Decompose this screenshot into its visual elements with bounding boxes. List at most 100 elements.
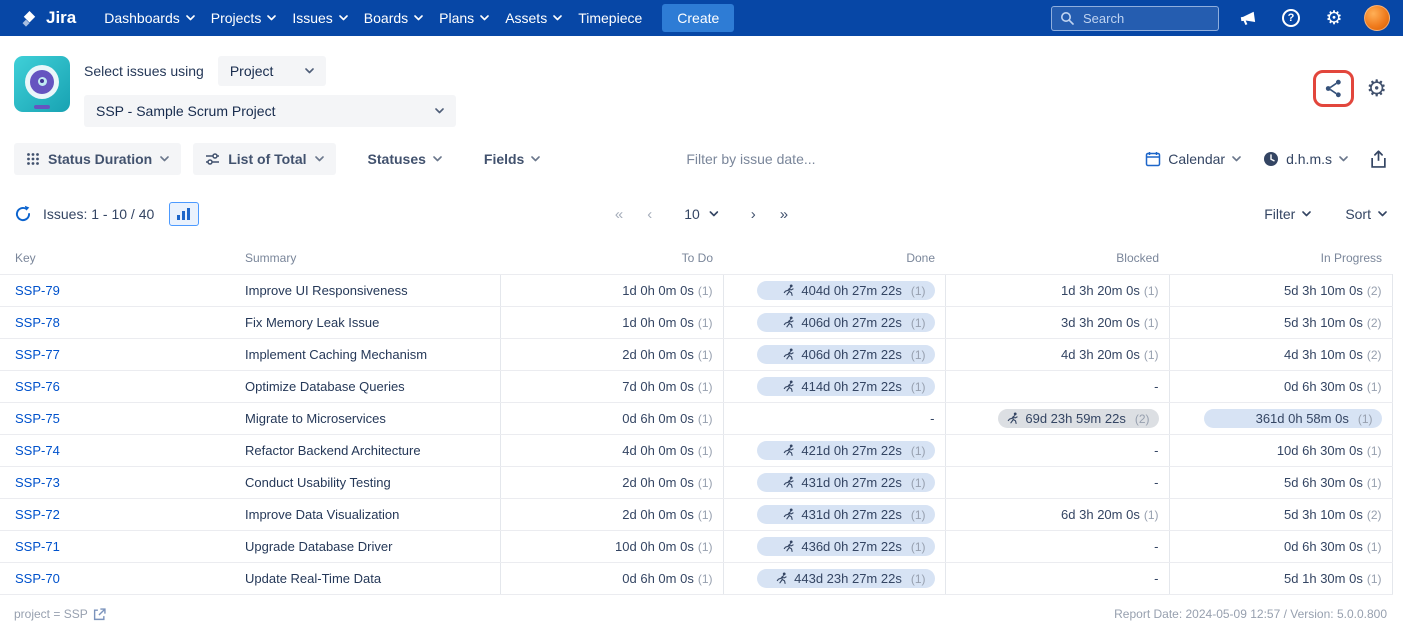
filter-dropdown[interactable]: Filter: [1264, 206, 1311, 222]
duration-value: 4d 3h 20m 0s: [1061, 347, 1140, 362]
list-mode-dropdown[interactable]: List of Total: [193, 143, 335, 175]
nav-item-assets[interactable]: Assets: [497, 2, 570, 34]
runner-icon: [783, 540, 796, 553]
pagination-prev-button[interactable]: ‹: [647, 206, 652, 223]
status-count: (1): [698, 540, 713, 554]
page-size-dropdown[interactable]: 10: [676, 202, 727, 226]
cell-done: 431d 0h 27m 22s(1): [723, 467, 945, 499]
cell-summary: Fix Memory Leak Issue: [235, 307, 500, 339]
nav-item-projects[interactable]: Projects: [203, 2, 285, 34]
runner-icon: [1007, 412, 1020, 425]
global-search[interactable]: [1051, 6, 1219, 31]
issue-key-link[interactable]: SSP-74: [15, 443, 60, 458]
report-settings-button[interactable]: ⚙: [1366, 77, 1387, 100]
nav-item-boards[interactable]: Boards: [356, 2, 431, 34]
fields-dropdown[interactable]: Fields: [478, 143, 546, 175]
chevron-down-icon: [339, 15, 348, 21]
duration-value: 0d 6h 30m 0s: [1284, 379, 1363, 394]
refresh-button[interactable]: [14, 205, 32, 223]
duration-value: 1d 3h 20m 0s: [1061, 283, 1140, 298]
cell-done: 421d 0h 27m 22s(1): [723, 435, 945, 467]
help-button[interactable]: ?: [1277, 4, 1305, 32]
issue-summary: Improve UI Responsiveness: [245, 283, 408, 298]
cell-summary: Implement Caching Mechanism: [235, 339, 500, 371]
date-filter-input[interactable]: Filter by issue date...: [686, 151, 815, 167]
cell-todo: 4d 0h 0m 0s(1): [500, 435, 723, 467]
search-icon: [1060, 11, 1074, 25]
nav-item-timepiece[interactable]: Timepiece: [570, 2, 650, 34]
nav-item-plans[interactable]: Plans: [431, 2, 497, 34]
calendar-dropdown[interactable]: Calendar: [1145, 151, 1241, 167]
jira-logo[interactable]: Jira: [20, 8, 76, 28]
duration-value: 1d 0h 0m 0s: [622, 283, 694, 298]
report-header-actions: ⚙: [1313, 70, 1387, 107]
table-row: SSP-77Implement Caching Mechanism2d 0h 0…: [0, 339, 1392, 371]
cell-key: SSP-79: [0, 275, 235, 307]
issue-source-dropdown[interactable]: Project: [218, 56, 327, 86]
duration-value: 5d 6h 30m 0s: [1284, 475, 1363, 490]
column-header-summary: Summary: [235, 243, 500, 275]
issue-key-link[interactable]: SSP-79: [15, 283, 60, 298]
nav-item-label: Timepiece: [578, 10, 642, 26]
status-count: (1): [911, 380, 926, 394]
user-menu-button[interactable]: [1363, 4, 1391, 32]
jql-query-text: project = SSP: [14, 607, 88, 621]
cell-todo: 2d 0h 0m 0s(1): [500, 499, 723, 531]
duration-value: 431d 0h 27m 22s: [801, 507, 901, 522]
issue-key-link[interactable]: SSP-70: [15, 571, 60, 586]
create-button[interactable]: Create: [662, 4, 734, 32]
pagination-next-button[interactable]: ›: [751, 206, 756, 223]
chevron-down-icon: [480, 15, 489, 21]
chevron-down-icon: [531, 156, 540, 162]
share-report-button[interactable]: [1323, 78, 1344, 99]
issue-source-selectors: Select issues using Project SSP - Sample…: [84, 56, 456, 127]
cell-key: SSP-74: [0, 435, 235, 467]
nav-item-issues[interactable]: Issues: [284, 2, 355, 34]
sort-dropdown[interactable]: Sort: [1345, 206, 1387, 222]
export-button[interactable]: [1370, 150, 1387, 168]
announcements-button[interactable]: [1234, 4, 1262, 32]
issue-key-link[interactable]: SSP-72: [15, 507, 60, 522]
pagination-last-button[interactable]: »: [780, 206, 788, 223]
time-format-label: d.h.m.s: [1286, 151, 1332, 167]
issue-key-link[interactable]: SSP-76: [15, 379, 60, 394]
status-count: (1): [1144, 348, 1159, 362]
duration-value: 7d 0h 0m 0s: [622, 379, 694, 394]
issue-key-link[interactable]: SSP-75: [15, 411, 60, 426]
navbar-right: ? ⚙: [1051, 4, 1391, 32]
jira-logo-text: Jira: [46, 8, 76, 28]
duration-value: 0d 6h 0m 0s: [622, 411, 694, 426]
issue-key-link[interactable]: SSP-71: [15, 539, 60, 554]
pagination-first-button[interactable]: «: [615, 206, 623, 223]
duration-pill: 421d 0h 27m 22s(1): [757, 441, 935, 460]
column-header-done: Done: [723, 243, 945, 275]
cell-key: SSP-77: [0, 339, 235, 371]
table-row: SSP-72Improve Data Visualization2d 0h 0m…: [0, 499, 1392, 531]
cell-inprogress: 5d 6h 30m 0s(1): [1169, 467, 1392, 499]
time-format-dropdown[interactable]: d.h.m.s: [1263, 151, 1348, 167]
duration-value: 0d 6h 30m 0s: [1284, 539, 1363, 554]
status-count: (1): [698, 348, 713, 362]
open-query-link[interactable]: [93, 608, 106, 621]
chart-view-button[interactable]: [169, 202, 199, 226]
issue-key-link[interactable]: SSP-73: [15, 475, 60, 490]
runner-icon: [783, 508, 796, 521]
statuses-dropdown[interactable]: Statuses: [362, 143, 448, 175]
duration-value: 5d 3h 10m 0s: [1284, 283, 1363, 298]
issue-key-link[interactable]: SSP-78: [15, 315, 60, 330]
list-controls: Issues: 1 - 10 / 40 « ‹ 10 › » Filter: [0, 199, 1403, 229]
duration-value: 443d 23h 27m 22s: [794, 571, 902, 586]
empty-value: -: [1154, 443, 1158, 458]
nav-item-label: Plans: [439, 10, 474, 26]
runner-icon: [783, 316, 796, 329]
search-input[interactable]: [1081, 10, 1201, 27]
cell-inprogress: 0d 6h 30m 0s(1): [1169, 531, 1392, 563]
duration-value: 10d 0h 0m 0s: [615, 539, 694, 554]
issue-key-link[interactable]: SSP-77: [15, 347, 60, 362]
nav-item-dashboards[interactable]: Dashboards: [96, 2, 203, 34]
settings-button[interactable]: ⚙: [1320, 4, 1348, 32]
runner-icon: [783, 284, 796, 297]
report-type-dropdown[interactable]: Status Duration: [14, 143, 181, 175]
project-dropdown[interactable]: SSP - Sample Scrum Project: [84, 95, 456, 127]
status-count: (1): [698, 444, 713, 458]
